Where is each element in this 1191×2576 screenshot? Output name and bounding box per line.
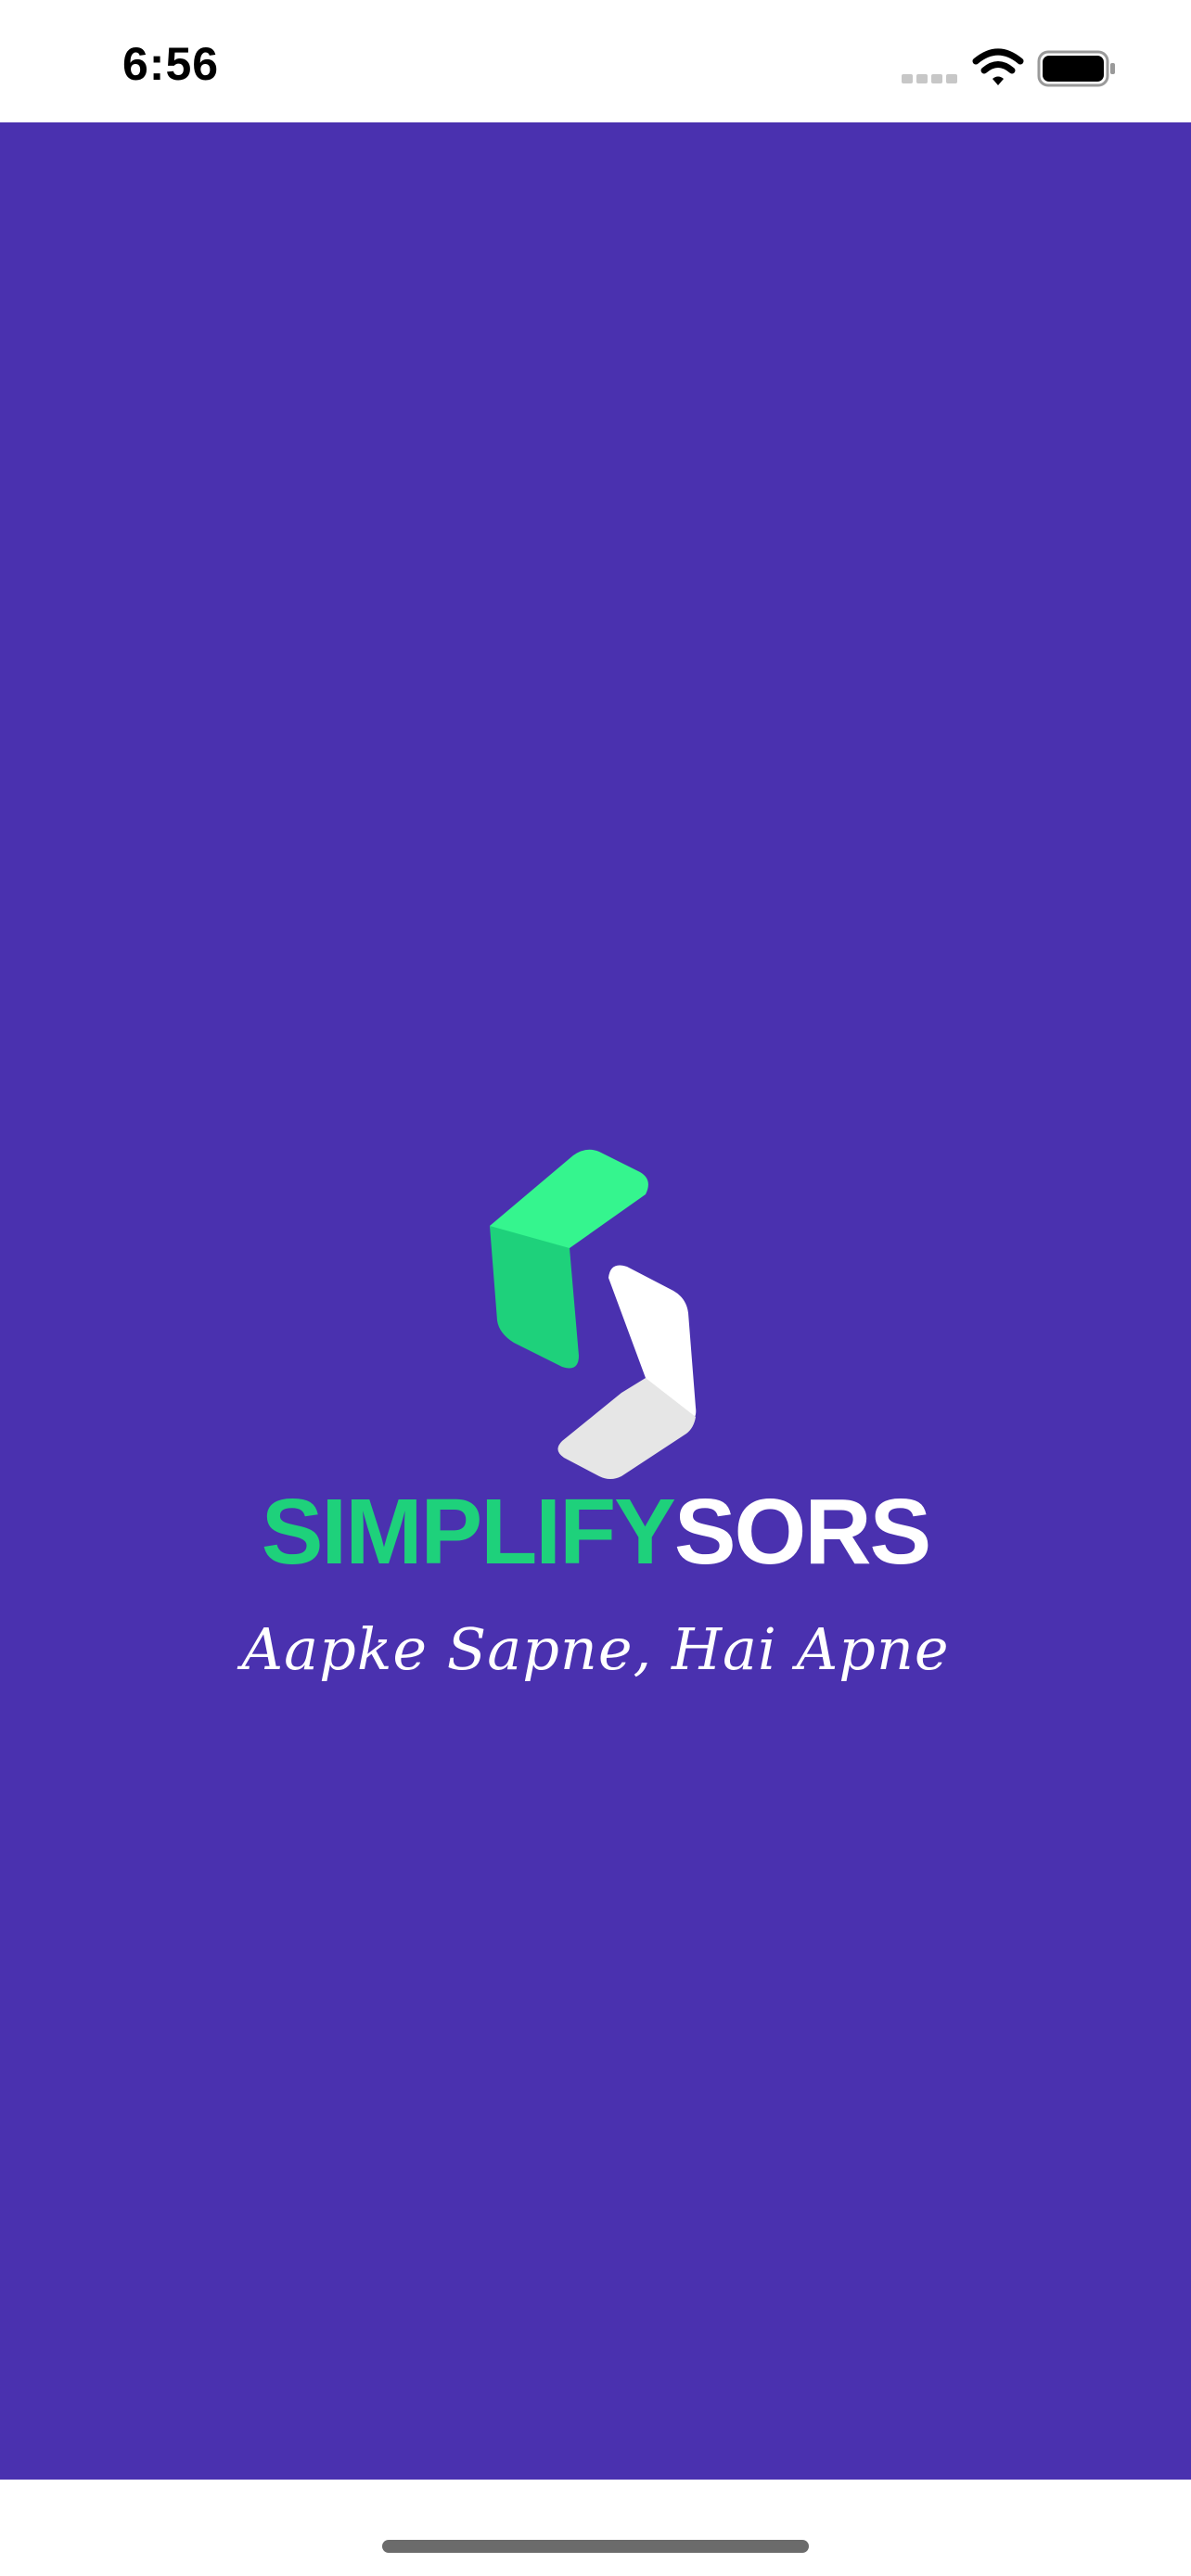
signal-icon: [902, 74, 957, 83]
brand-name-part-2: SORS: [673, 1480, 931, 1584]
simplifysors-logo-icon: [490, 1149, 697, 1479]
battery-icon: [1037, 50, 1115, 87]
status-bar: 6:56: [0, 0, 1191, 122]
tagline: Aapke Sapne, Hai Apne: [241, 1615, 950, 1683]
brand-wordmark: SIMPLIFYSORS: [0, 1486, 1191, 1578]
home-indicator-area: [0, 2480, 1191, 2576]
splash-screen: SIMPLIFYSORS Aapke Sapne, Hai Apne: [0, 122, 1191, 2480]
status-time: 6:56: [122, 38, 220, 90]
home-indicator[interactable]: [382, 2540, 809, 2553]
wifi-icon: [972, 48, 1024, 85]
brand-name-part-1: SIMPLIFY: [261, 1480, 676, 1584]
